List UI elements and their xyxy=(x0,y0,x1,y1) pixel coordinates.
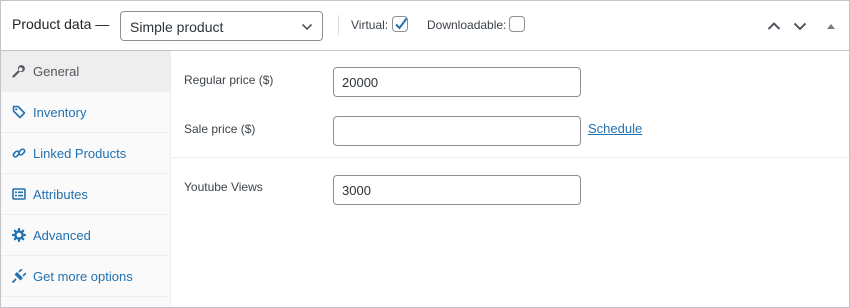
pricing-group: Regular price ($) Sale price ($) Schedul… xyxy=(171,51,849,158)
header-divider xyxy=(338,15,339,35)
youtube-group: Youtube Views xyxy=(171,158,849,216)
youtube-views-label: Youtube Views xyxy=(184,180,263,194)
product-data-tabs: General Inventory Linked Products Attrib… xyxy=(1,51,171,307)
downloadable-checkbox[interactable] xyxy=(509,16,525,32)
tab-label: Linked Products xyxy=(33,146,127,161)
schedule-link[interactable]: Schedule xyxy=(588,121,642,136)
wrench-icon xyxy=(12,65,25,78)
tab-label: Get more options xyxy=(33,269,133,284)
product-data-header: Product data — Simple product Virtual: D… xyxy=(1,1,849,51)
sale-price-label: Sale price ($) xyxy=(184,122,256,136)
chevron-down-icon xyxy=(301,23,313,31)
tag-icon xyxy=(12,105,26,119)
tab-label: Attributes xyxy=(33,187,88,202)
product-data-panel: Product data — Simple product Virtual: D… xyxy=(0,0,850,308)
sale-price-input[interactable] xyxy=(333,116,581,146)
product-type-selected: Simple product xyxy=(130,19,224,35)
checkmark-icon xyxy=(395,17,408,30)
tab-attributes[interactable]: Attributes xyxy=(1,174,170,215)
chevron-down-icon[interactable] xyxy=(792,18,808,34)
tab-linked-products[interactable]: Linked Products xyxy=(1,133,170,174)
general-panel: Regular price ($) Sale price ($) Schedul… xyxy=(171,51,849,307)
tab-general[interactable]: General xyxy=(1,51,170,92)
plug-icon xyxy=(12,269,26,283)
gear-icon xyxy=(12,228,26,242)
tab-label: Inventory xyxy=(33,105,87,120)
product-type-select[interactable]: Simple product xyxy=(120,11,323,41)
regular-price-input[interactable] xyxy=(333,67,581,97)
virtual-label: Virtual: xyxy=(351,18,389,32)
triangle-up-icon[interactable] xyxy=(823,18,839,34)
list-icon xyxy=(12,188,26,200)
regular-price-label: Regular price ($) xyxy=(184,73,274,87)
youtube-views-input[interactable] xyxy=(333,175,581,205)
downloadable-label: Downloadable: xyxy=(427,18,507,32)
virtual-checkbox[interactable] xyxy=(392,16,408,32)
tab-get-more-options[interactable]: Get more options xyxy=(1,256,170,297)
panel-title: Product data — xyxy=(12,16,110,32)
tab-label: General xyxy=(33,64,80,79)
tab-advanced[interactable]: Advanced xyxy=(1,215,170,256)
chevron-up-icon[interactable] xyxy=(766,18,782,34)
tab-label: Advanced xyxy=(33,228,91,243)
link-icon xyxy=(12,148,26,158)
tab-inventory[interactable]: Inventory xyxy=(1,92,170,133)
